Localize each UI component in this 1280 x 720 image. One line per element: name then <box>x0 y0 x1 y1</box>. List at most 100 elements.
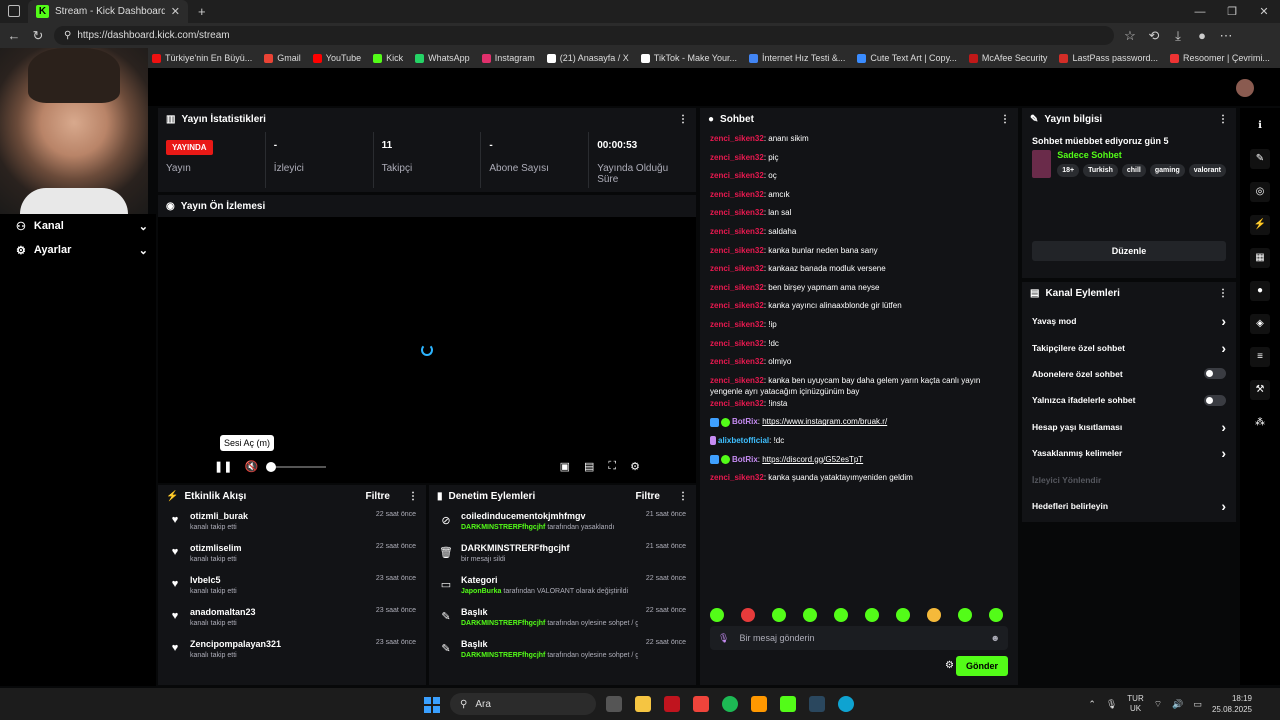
steam-icon[interactable] <box>809 696 825 712</box>
refresh-icon[interactable]: ↻ <box>30 28 46 44</box>
volume-icon[interactable]: 🔊 <box>1172 699 1183 710</box>
chat-settings-icon[interactable]: ⚙ <box>945 660 954 671</box>
moderator-name[interactable]: DARKMINSTRERFfhgcjhf <box>461 524 545 531</box>
list-item[interactable]: ♥ anadomaltan23 kanalı takip etti 23 saat ö… <box>158 603 426 635</box>
chat-username[interactable]: zenci_siken32 <box>710 208 764 217</box>
category-name[interactable]: Sadece Sohbet <box>1057 150 1226 160</box>
wrench-icon[interactable]: ⚒ <box>1250 380 1270 400</box>
list-item[interactable]: ♥ lvbelc5 kanalı takip etti 23 saat önce <box>158 571 426 603</box>
chat-username[interactable]: zenci_siken32 <box>710 134 764 143</box>
chat-link[interactable]: https://discord.gg/G52esTpT <box>762 455 863 464</box>
chat-username[interactable]: zenci_siken32 <box>710 227 764 236</box>
broadcast-icon[interactable]: ◈ <box>1250 314 1270 334</box>
clipboard-icon[interactable]: ▦ <box>1250 248 1270 268</box>
filter-button[interactable]: Filtre <box>636 491 660 502</box>
back-icon[interactable]: ← <box>6 28 22 43</box>
emote-icon[interactable] <box>803 608 817 622</box>
wifi-icon[interactable]: ⌔ <box>1154 699 1162 710</box>
pause-icon[interactable]: ❚❚ <box>214 460 232 473</box>
emote-icon[interactable] <box>989 608 1003 622</box>
chat-username[interactable]: zenci_siken32 <box>710 246 764 255</box>
user-avatar[interactable] <box>1236 79 1254 97</box>
chat-username[interactable]: zenci_siken32 <box>710 320 764 329</box>
close-tab-icon[interactable]: ✕ <box>171 5 180 18</box>
chat-username[interactable]: zenci_siken32 <box>710 264 764 273</box>
minimize-icon[interactable]: — <box>1184 0 1216 23</box>
activity-username[interactable]: Zencipompalayan321 <box>190 639 368 649</box>
toggle-switch[interactable] <box>1204 368 1226 380</box>
moderator-name[interactable]: DARKMINSTRERFfhgcjhf <box>461 620 545 627</box>
moderator-name[interactable]: DARKMINSTRERFfhgcjhf <box>461 652 545 659</box>
chevron-up-icon[interactable]: ⌃ <box>1088 699 1096 710</box>
list-item[interactable]: 🗑 DARKMINSTRERFfhgcjhf bir mesajı sildi 21 … <box>429 539 696 571</box>
new-tab-icon[interactable]: + <box>198 4 206 19</box>
sidebar-item-ayarlar[interactable]: ⚙ Ayarlar ⌄ <box>0 238 156 262</box>
bookmark-item[interactable]: TikTok - Make Your... <box>640 53 737 63</box>
anydesk-icon[interactable] <box>693 696 709 712</box>
bookmark-item[interactable]: LastPass password... <box>1059 53 1158 63</box>
microphone-icon[interactable]: 🎙 <box>1106 699 1117 710</box>
chat-username[interactable]: zenci_siken32 <box>710 301 764 310</box>
tab-actions-icon[interactable] <box>8 5 20 17</box>
edit-button[interactable]: Düzenle <box>1032 241 1226 261</box>
list-item[interactable]: ♥ otizmliselim kanalı takip etti 22 saat ön… <box>158 539 426 571</box>
task-view-icon[interactable] <box>606 696 622 712</box>
stream-tag[interactable]: 18+ <box>1057 164 1080 177</box>
edge-icon[interactable] <box>838 696 854 712</box>
more-menu-icon[interactable]: ⋯ <box>1218 28 1234 44</box>
channel-action-item[interactable]: Yalnızca ifadelerle sohbet <box>1022 387 1236 413</box>
chat-username[interactable]: alixbetofficial <box>718 436 769 445</box>
chat-link[interactable]: https://www.instagram.com/bruak.r/ <box>762 417 887 426</box>
target-icon[interactable]: ◎ <box>1250 182 1270 202</box>
more-options-icon[interactable]: ⋮ <box>1000 114 1010 125</box>
bookmark-item[interactable]: Kick <box>373 53 403 63</box>
list-item[interactable]: ▭ Kategori JaponBurka tarafından VALORANT … <box>429 571 696 603</box>
download-icon[interactable]: ⤓ <box>1170 28 1186 44</box>
activity-username[interactable]: lvbelc5 <box>190 575 368 585</box>
bookmark-item[interactable]: Gmail <box>264 53 301 63</box>
red-app-icon[interactable] <box>664 696 680 712</box>
filter-button[interactable]: Filtre <box>366 491 390 502</box>
emote-icon[interactable] <box>896 608 910 622</box>
bookmark-item[interactable]: Türkiye'nin En Büyü... <box>152 53 252 63</box>
more-options-icon[interactable]: ⋮ <box>678 114 688 125</box>
emoji-icon[interactable]: ☻ <box>991 633 1000 643</box>
kick-app-icon[interactable] <box>780 696 796 712</box>
chat-username[interactable]: zenci_siken32 <box>710 190 764 199</box>
chat-username[interactable]: zenci_siken32 <box>710 283 764 292</box>
channel-action-item[interactable]: Yavaş mod › <box>1022 308 1236 334</box>
bookmark-item[interactable]: WhatsApp <box>415 53 470 63</box>
channel-action-item[interactable]: Yasaklanmış kelimeler › <box>1022 440 1236 466</box>
more-options-icon[interactable]: ⋮ <box>408 491 418 502</box>
favorites-icon[interactable]: ☆ <box>1122 28 1138 44</box>
bookmark-item[interactable]: McAfee Security <box>968 53 1047 63</box>
info-icon[interactable]: ℹ <box>1250 116 1270 136</box>
list-item[interactable]: ♥ otizmli_burak kanalı takip etti 22 saat ö… <box>158 507 426 539</box>
send-button[interactable]: Gönder <box>955 656 1008 676</box>
spotify-icon[interactable] <box>722 696 738 712</box>
chat-username[interactable]: zenci_siken32 <box>710 473 764 482</box>
stream-tag[interactable]: gaming <box>1149 164 1185 177</box>
channel-action-item[interactable]: Takipçilere özel sohbet › <box>1022 334 1236 360</box>
chat-username[interactable]: zenci_siken32 <box>710 171 764 180</box>
volume-thumb[interactable] <box>266 461 277 472</box>
microphone-icon[interactable]: 🎙 <box>718 633 729 644</box>
settings-icon[interactable]: ⚙ <box>630 460 640 473</box>
chat-username[interactable]: BotRix <box>732 455 758 464</box>
history-icon[interactable]: ⟲ <box>1146 28 1162 44</box>
stream-tag[interactable]: valorant <box>1188 164 1226 177</box>
connections-icon[interactable]: ⁂ <box>1250 413 1270 433</box>
battery-icon[interactable]: ▭ <box>1193 699 1202 710</box>
chat-username[interactable]: zenci_siken32 <box>710 339 764 348</box>
chat-username[interactable]: BotRix <box>732 417 758 426</box>
emote-icon[interactable] <box>834 608 848 622</box>
bookmark-item[interactable]: YouTube <box>312 53 361 63</box>
file-explorer-icon[interactable] <box>635 696 651 712</box>
taskbar-search[interactable]: ⚲ Ara <box>450 693 596 715</box>
chat-username[interactable]: zenci_siken32 <box>710 153 764 162</box>
pip-icon[interactable]: ▣ <box>560 460 570 473</box>
stream-tag[interactable]: Turkish <box>1083 164 1118 177</box>
chat-icon[interactable]: ● <box>1250 281 1270 301</box>
bookmark-item[interactable]: Cute Text Art | Copy... <box>857 53 957 63</box>
emote-icon[interactable] <box>958 608 972 622</box>
